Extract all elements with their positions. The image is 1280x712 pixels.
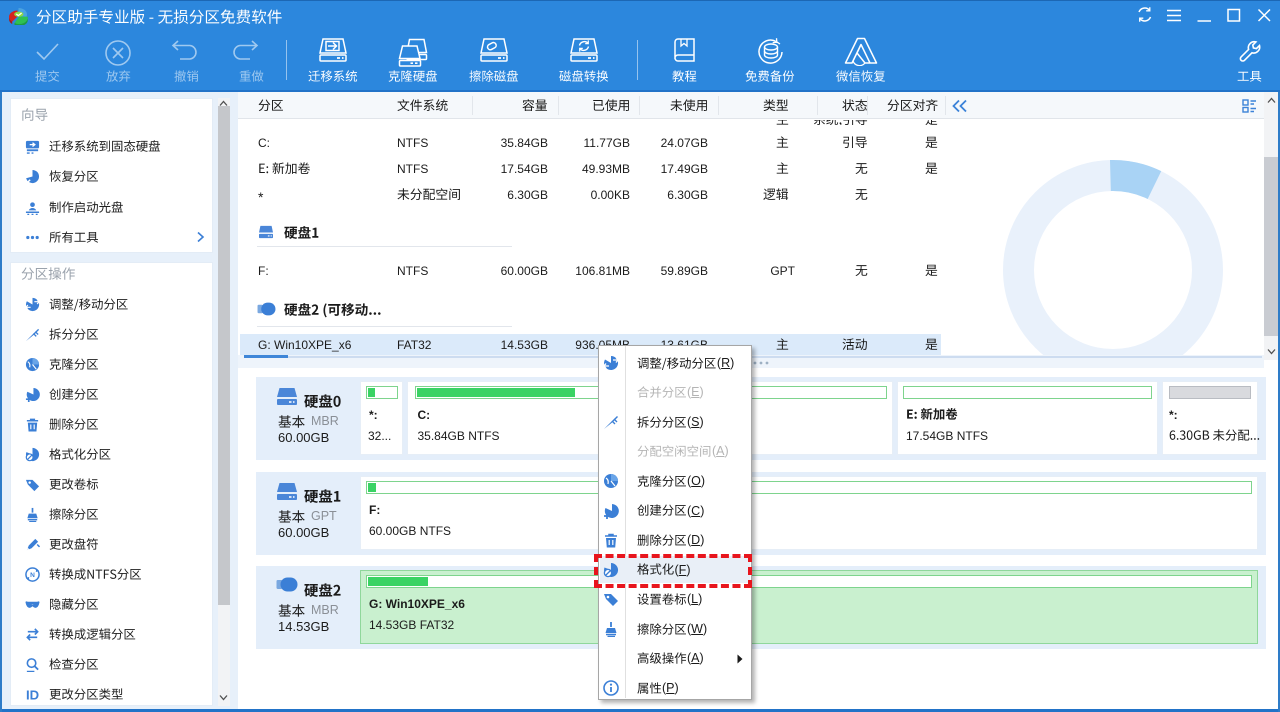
- svg-text:ID: ID: [26, 688, 39, 702]
- svg-text:N: N: [30, 572, 35, 579]
